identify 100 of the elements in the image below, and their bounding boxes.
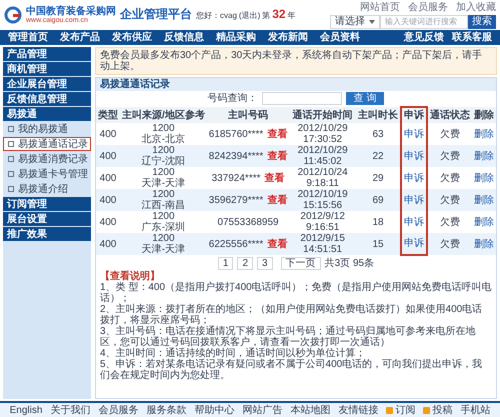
view-link[interactable]: 查看 xyxy=(264,172,284,184)
footer-link[interactable]: 手机站 xyxy=(460,404,490,416)
source-code: 1200 xyxy=(152,167,175,178)
phone-number: 6185760**** xyxy=(208,128,264,140)
footer-link[interactable]: 关于我们 xyxy=(50,404,90,416)
nav-link[interactable]: 发布新闻 xyxy=(268,32,308,43)
panel-title: 易拨通通话记录 xyxy=(96,78,496,91)
sidebar-item[interactable]: 我的易拨通 xyxy=(3,122,91,136)
delete-link[interactable]: 删除 xyxy=(474,216,494,228)
nav-link[interactable]: 意见反馈 xyxy=(404,32,444,43)
sidebar-header[interactable]: 订阅管理 xyxy=(3,197,91,211)
start-time: 2012/9/15 14:51:51 xyxy=(300,233,345,255)
caret-icon xyxy=(369,20,375,24)
query-button[interactable]: 查 询 xyxy=(346,92,384,105)
sidebar-header[interactable]: 易拨通 xyxy=(3,107,91,121)
top-link[interactable]: 加入收藏 xyxy=(456,2,496,12)
sidebar-item[interactable]: 易拨通消费记录 xyxy=(3,152,91,166)
sidebar-header[interactable]: 展台设置 xyxy=(3,212,91,226)
source-code: 1200 xyxy=(152,211,175,222)
rss-icon xyxy=(386,406,394,414)
sidebar-header[interactable]: 产品管理 xyxy=(3,47,91,61)
duration-text: 18 xyxy=(372,216,384,228)
footer-link[interactable]: 网站广告 xyxy=(242,404,282,416)
greeting-text: 您好：cvag xyxy=(196,12,237,22)
source-code: 1200 xyxy=(152,189,175,200)
rss-icon xyxy=(423,406,430,414)
nav-link[interactable]: 联系客服 xyxy=(452,32,492,43)
category-select[interactable]: 请选择 xyxy=(330,14,380,28)
sidebar-header[interactable]: 推广效果 xyxy=(3,227,91,241)
page-link[interactable]: 2 xyxy=(237,257,254,270)
type-text: 400 xyxy=(100,128,116,140)
page-link[interactable]: 1 xyxy=(218,257,234,270)
footer-link[interactable]: 服务条款 xyxy=(146,404,186,416)
column-header: 主叫号码 xyxy=(206,107,290,123)
top-link[interactable]: 网站首页 xyxy=(360,2,400,12)
footer-link[interactable]: 本站地图 xyxy=(290,404,330,416)
top-link[interactable]: 会员服务 xyxy=(408,2,448,12)
column-header: 类型 xyxy=(96,107,120,123)
delete-link[interactable]: 删除 xyxy=(474,238,494,250)
logo-icon xyxy=(4,6,22,24)
search-button[interactable]: 搜索 xyxy=(468,14,496,28)
nav-link[interactable]: 发布供应 xyxy=(112,32,152,43)
platform-title: 企业管理平台 xyxy=(120,8,192,22)
sidebar-header[interactable]: 反馈信息管理 xyxy=(3,92,91,106)
search-field[interactable]: 输入关键词进行搜索 xyxy=(380,14,468,28)
sidebar-header[interactable]: 企业展台管理 xyxy=(3,77,91,91)
start-time: 2012/10/29 11:45:02 xyxy=(298,145,348,167)
type-text: 400 xyxy=(100,172,116,184)
notes-title: 【查看说明】 xyxy=(100,271,161,282)
appeal-link[interactable]: 申诉 xyxy=(404,194,424,206)
delete-link[interactable]: 删除 xyxy=(474,150,494,162)
status-text: 欠费 xyxy=(440,194,460,206)
column-header: 主叫来源/地区参考 xyxy=(120,107,207,123)
status-text: 欠费 xyxy=(440,128,460,140)
status-text: 欠费 xyxy=(440,150,460,162)
appeal-link[interactable]: 申诉 xyxy=(404,172,424,184)
view-link[interactable]: 查看 xyxy=(267,238,288,250)
appeal-link[interactable]: 申诉 xyxy=(404,150,424,162)
sidebar-item[interactable]: 易拨通通话记录 xyxy=(3,137,91,151)
sidebar-item[interactable]: 易拨通介绍 xyxy=(3,182,91,196)
nav-link[interactable]: 精品采购 xyxy=(216,32,256,43)
sidebar-item[interactable]: 易拨通卡号管理 xyxy=(3,167,91,181)
page-link[interactable]: 3 xyxy=(257,257,273,270)
footer-link[interactable]: 投稿 xyxy=(423,404,452,416)
source-region: 广东-深圳 xyxy=(142,222,186,233)
phone-number: 07553368959 xyxy=(217,216,279,228)
note-text: 2、主叫来源：拨打者所在的地区；（如用户使用网站免费电话拨打）如果使用400电话拨打，将显示座席号码； xyxy=(100,304,484,326)
source-region: 江西-南昌 xyxy=(142,200,186,211)
appeal-link[interactable]: 申诉 xyxy=(404,216,424,228)
status-text: 欠费 xyxy=(440,216,460,228)
column-header: 通话开始时间 xyxy=(289,107,356,123)
next-page-link[interactable]: 下一页 xyxy=(280,257,321,270)
square-icon xyxy=(8,186,14,192)
notice-text: 免费会员最多发布30个产品，30天内未登录，系统将自动下架产品；产品下架后，请手动上架。 xyxy=(95,47,497,75)
nav-link[interactable]: 会员资料 xyxy=(320,32,360,43)
footer-link[interactable]: 会员服务 xyxy=(98,404,138,416)
view-link[interactable]: 查看 xyxy=(267,194,288,206)
footer-link[interactable]: 帮助中心 xyxy=(194,404,234,416)
nav-link[interactable]: 发布产品 xyxy=(60,32,100,43)
nav-link[interactable]: 反馈信息 xyxy=(164,32,204,43)
number-search-field[interactable] xyxy=(262,92,342,105)
duration-text: 29 xyxy=(372,172,384,184)
appeal-link[interactable]: 申诉 xyxy=(404,128,424,140)
square-icon xyxy=(8,156,14,162)
footer-link[interactable]: 订阅 xyxy=(386,404,416,416)
view-link[interactable]: 查看 xyxy=(267,128,288,140)
phone-number: 3596279**** xyxy=(208,194,264,206)
delete-link[interactable]: 删除 xyxy=(474,128,494,140)
source-region: 天津-天津 xyxy=(142,178,186,189)
sidebar-header[interactable]: 商机管理 xyxy=(3,62,91,76)
delete-link[interactable]: 删除 xyxy=(474,172,494,184)
duration-text: 63 xyxy=(372,128,384,140)
footer-link[interactable]: 友情链接 xyxy=(338,404,378,416)
delete-link[interactable]: 删除 xyxy=(474,194,494,206)
start-time: 2012/9/12 9:16:51 xyxy=(300,211,345,233)
nav-link[interactable]: 管理首页 xyxy=(8,32,48,43)
footer-link[interactable]: English xyxy=(10,404,42,416)
logout-link[interactable]: (退出) xyxy=(238,12,260,22)
view-link[interactable]: 查看 xyxy=(267,150,288,162)
source-code: 1200 xyxy=(152,145,175,156)
